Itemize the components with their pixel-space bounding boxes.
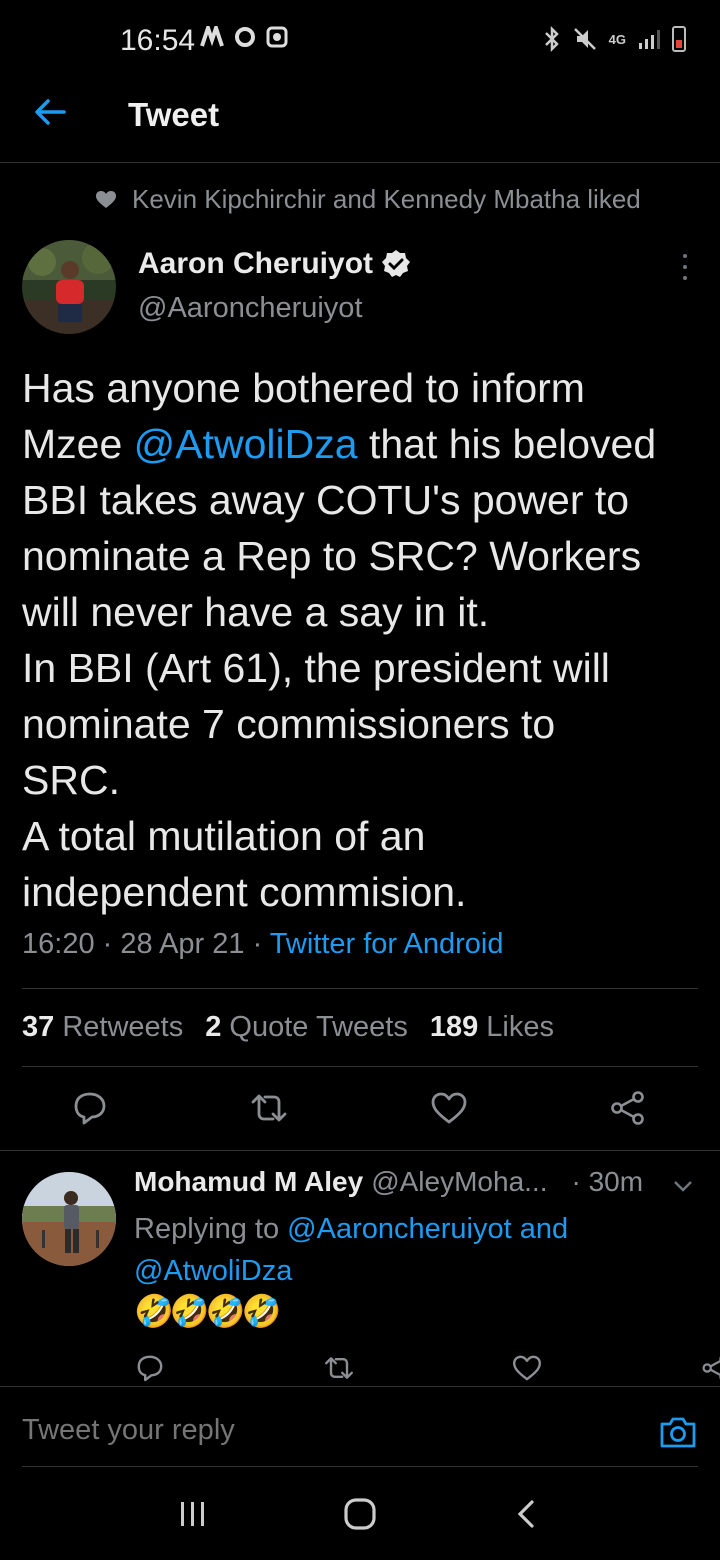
quotes-label: Quote Tweets bbox=[229, 1011, 408, 1043]
status-right-icons: 4G bbox=[543, 26, 686, 52]
notification-app-icon bbox=[266, 26, 288, 48]
retweet-icon[interactable] bbox=[323, 1352, 355, 1384]
author-name-row[interactable]: Aaron Cheruiyot bbox=[138, 247, 411, 281]
retweets-stat[interactable]: 37 Retweets bbox=[22, 1011, 183, 1044]
bluetooth-icon bbox=[544, 26, 559, 52]
circle-app-icon bbox=[235, 27, 255, 47]
tweet-line: Mzee @AtwoliDza that his beloved bbox=[22, 416, 712, 472]
share-icon[interactable] bbox=[608, 1088, 648, 1128]
reply-icon[interactable] bbox=[134, 1352, 166, 1384]
verified-icon bbox=[382, 250, 411, 277]
retweets-count: 37 bbox=[22, 1011, 55, 1043]
more-icon[interactable] bbox=[680, 254, 690, 280]
tweet-source-link[interactable]: Twitter for Android bbox=[270, 928, 504, 960]
meta-divider bbox=[22, 988, 698, 989]
reply-header[interactable]: Mohamud M Aley @AleyMoha... · 30m bbox=[134, 1166, 643, 1198]
tweet-line: BBI takes away COTU's power to bbox=[22, 477, 630, 523]
tweet-stats: 37 Retweets 2 Quote Tweets 189 Likes bbox=[22, 1011, 554, 1044]
signal-icon bbox=[639, 30, 660, 49]
reply-author-handle: @AleyMoha... bbox=[371, 1166, 548, 1197]
liked-context[interactable]: Kevin Kipchirchir and Kennedy Mbatha lik… bbox=[96, 184, 641, 215]
quotes-count: 2 bbox=[205, 1011, 222, 1043]
like-icon[interactable] bbox=[511, 1352, 543, 1384]
recents-icon[interactable] bbox=[177, 1498, 209, 1530]
likes-stat[interactable]: 189 Likes bbox=[430, 1011, 554, 1044]
author-handle[interactable]: @Aaroncheruiyot bbox=[138, 292, 363, 325]
author-photo bbox=[22, 240, 116, 334]
mention-link[interactable]: @AtwoliDza bbox=[134, 421, 358, 467]
tweet-text-fragment: that his beloved bbox=[357, 421, 657, 467]
stats-divider bbox=[22, 1066, 698, 1067]
reply-time: · 30m bbox=[571, 1166, 644, 1197]
tweet-line: A total mutilation of an bbox=[22, 813, 426, 859]
status-left-icons bbox=[200, 26, 288, 48]
tweet-text-fragment: Mzee bbox=[22, 421, 134, 467]
back-arrow-icon[interactable] bbox=[30, 92, 70, 132]
tweet-date: 28 Apr 21 bbox=[120, 928, 245, 960]
tweet-time: 16:20 bbox=[22, 928, 95, 960]
tweet-line: will never have a say in it. bbox=[22, 589, 490, 635]
tweet-line: SRC. bbox=[22, 757, 120, 803]
likes-count: 189 bbox=[429, 1011, 479, 1043]
header-divider bbox=[0, 162, 720, 163]
retweet-icon[interactable] bbox=[249, 1088, 289, 1128]
status-time: 16:54 bbox=[120, 24, 196, 57]
compose-divider-top bbox=[0, 1386, 720, 1387]
tweet-text: Has anyone bothered to inform Mzee @Atwo… bbox=[22, 360, 712, 920]
retweets-label: Retweets bbox=[62, 1011, 184, 1043]
reply-avatar[interactable] bbox=[22, 1172, 116, 1266]
chevron-down-icon[interactable] bbox=[672, 1175, 694, 1197]
tweet-actions bbox=[0, 1088, 720, 1128]
battery-icon bbox=[672, 26, 686, 52]
tweet-meta: 16:20 · 28 Apr 21 · Twitter for Android bbox=[22, 928, 504, 960]
camera-icon[interactable] bbox=[658, 1412, 698, 1452]
tweet-line: nominate a Rep to SRC? Workers bbox=[22, 533, 642, 579]
like-icon[interactable] bbox=[429, 1088, 469, 1128]
nav-back-icon[interactable] bbox=[511, 1498, 543, 1530]
system-navbar bbox=[0, 1468, 720, 1560]
tweet-line: nominate 7 commissioners to bbox=[22, 701, 556, 747]
author-avatar[interactable] bbox=[22, 240, 116, 334]
heart-small-icon bbox=[96, 190, 116, 208]
tweet-line: independent commision. bbox=[22, 869, 467, 915]
reply-mention-2[interactable]: @AtwoliDza bbox=[134, 1255, 292, 1287]
author-name: Aaron Cheruiyot bbox=[138, 247, 374, 280]
replying-prefix: Replying to bbox=[134, 1213, 288, 1245]
reply-input[interactable] bbox=[22, 1414, 622, 1447]
likes-label: Likes bbox=[486, 1011, 554, 1043]
reply-text: 🤣🤣🤣🤣 bbox=[134, 1293, 281, 1329]
reply-author-name: Mohamud M Aley bbox=[134, 1166, 364, 1197]
reply-photo bbox=[22, 1172, 116, 1266]
actions-divider bbox=[0, 1150, 720, 1151]
reply-actions bbox=[134, 1352, 720, 1384]
tweet-line: Has anyone bothered to inform bbox=[22, 365, 585, 411]
home-icon[interactable] bbox=[342, 1496, 378, 1532]
quotes-stat[interactable]: 2 Quote Tweets bbox=[205, 1011, 408, 1044]
mute-icon bbox=[573, 28, 596, 50]
replying-to: Replying to @Aaroncheruiyot and @AtwoliD… bbox=[134, 1208, 694, 1292]
page-title: Tweet bbox=[128, 96, 220, 133]
liked-text: Kevin Kipchirchir and Kennedy Mbatha lik… bbox=[132, 184, 641, 214]
reply-icon[interactable] bbox=[70, 1088, 110, 1128]
replying-and: and bbox=[511, 1213, 569, 1245]
reply-mention-1[interactable]: @Aaroncheruiyot bbox=[287, 1213, 512, 1245]
network-type: 4G bbox=[608, 31, 626, 47]
compose-divider-bottom bbox=[22, 1466, 698, 1467]
nfc-icon bbox=[200, 26, 224, 47]
share-icon[interactable] bbox=[700, 1352, 720, 1384]
tweet-line: In BBI (Art 61), the president will bbox=[22, 645, 610, 691]
